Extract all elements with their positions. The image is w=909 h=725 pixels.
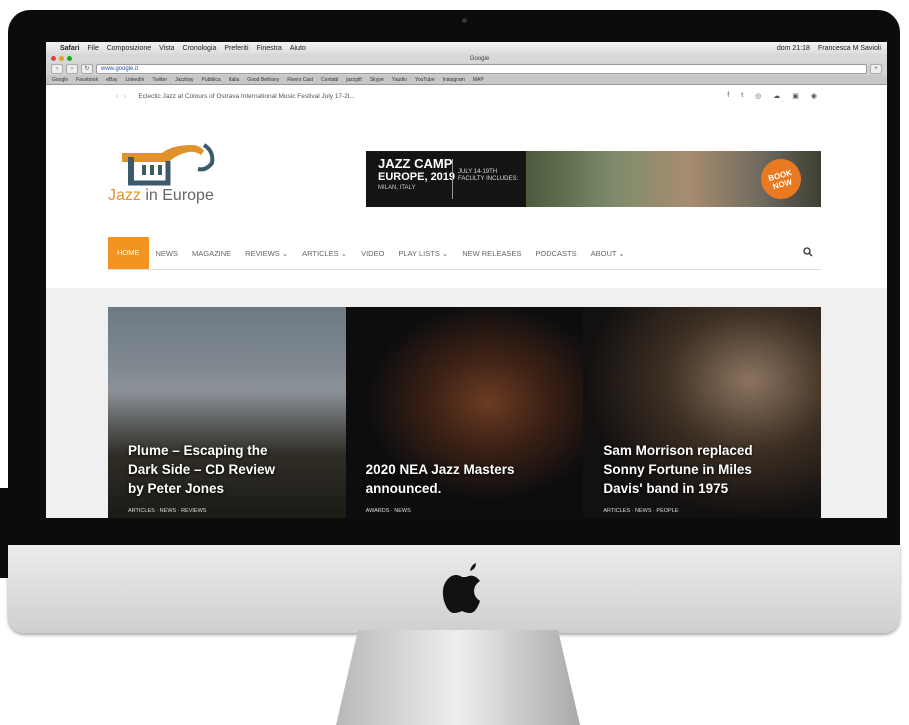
trumpet-logo-icon <box>122 143 215 186</box>
app-menu[interactable]: Safari <box>60 45 79 52</box>
site-logo[interactable]: Jazz in Europe <box>108 143 238 213</box>
clock: dom 21:18 <box>776 44 810 52</box>
nav-playlists[interactable]: PLAY LISTS ⌄ <box>391 249 455 258</box>
imac-stand <box>336 630 580 725</box>
featured-card[interactable]: Plume – Escaping the Dark Side – CD Revi… <box>108 307 346 518</box>
card-title[interactable]: Sam Morrison replaced Sonny Fortune in M… <box>603 441 763 498</box>
share-button[interactable]: + <box>870 64 882 74</box>
imac-screen: Safari File Composizione Vista Cronologi… <box>46 42 887 518</box>
forward-button[interactable]: › <box>66 64 78 74</box>
ticker-text[interactable]: Eclectic Jazz at Colours of Ostrava Inte… <box>138 93 354 100</box>
logo-word-jazz: Jazz <box>108 187 141 204</box>
bookmark-item[interactable]: Skype <box>370 77 384 83</box>
banner-dates: JULY 14-19TH <box>458 169 498 175</box>
rss-icon[interactable]: ◉ <box>811 92 817 100</box>
window-title: Google <box>469 55 490 62</box>
nav-podcasts[interactable]: PODCASTS <box>528 249 583 258</box>
window-titlebar: Google <box>46 54 887 63</box>
nav-news[interactable]: NEWS <box>149 249 186 258</box>
menu-item[interactable]: File <box>87 45 98 52</box>
menu-item[interactable]: Aiuto <box>290 45 306 52</box>
search-icon[interactable] <box>803 247 813 259</box>
bookmark-item[interactable]: Contatti <box>321 77 338 83</box>
ticker-prev-icon[interactable]: ‹ <box>116 93 118 100</box>
bookmark-item[interactable]: Google <box>52 77 68 83</box>
menu-item[interactable]: Finestra <box>257 45 282 52</box>
back-button[interactable]: ‹ <box>51 64 63 74</box>
banner-title: JAZZ CAMP <box>378 156 453 171</box>
featured-card[interactable]: 2020 NEA Jazz Masters announced. AWARDS … <box>345 307 584 518</box>
card-tags[interactable]: ARTICLES · NEWS · PEOPLE <box>603 508 678 514</box>
card-title[interactable]: Plume – Escaping the Dark Side – CD Revi… <box>128 441 278 498</box>
nav-reviews[interactable]: REVIEWS ⌄ <box>238 249 295 258</box>
featured-cards: Plume – Escaping the Dark Side – CD Revi… <box>108 307 822 518</box>
close-window-button[interactable] <box>51 56 56 61</box>
banner-info: JULY 14-19TH FACULTY INCLUDES: <box>458 169 518 183</box>
banner-faculty: FACULTY INCLUDES: <box>458 176 519 182</box>
user-name[interactable]: Francesca M Savioli <box>818 45 881 52</box>
jazz-camp-banner[interactable]: JAZZ CAMP EUROPE, 2019 MILAN, ITALY JULY… <box>366 151 821 207</box>
nav-magazine[interactable]: MAGAZINE <box>185 249 238 258</box>
bookmark-item[interactable]: MAP <box>473 77 484 83</box>
facebook-icon[interactable]: f <box>727 92 729 100</box>
mac-menubar: Safari File Composizione Vista Cronologi… <box>46 42 887 54</box>
bookmark-item[interactable]: eBay <box>106 77 117 83</box>
menu-item[interactable]: Composizione <box>107 45 151 52</box>
bookmark-item[interactable]: Facebook <box>76 77 98 83</box>
twitter-icon[interactable]: t <box>741 92 743 100</box>
mixcloud-icon[interactable]: ▣ <box>792 92 799 100</box>
camera-icon <box>462 18 467 23</box>
menu-item[interactable]: Cronologia <box>183 45 217 52</box>
nav-home[interactable]: HOME <box>108 237 149 269</box>
nav-new-releases[interactable]: NEW RELEASES <box>455 249 528 258</box>
featured-card[interactable]: Sam Morrison replaced Sonny Fortune in M… <box>583 307 822 518</box>
address-bar[interactable]: www.google.it <box>96 64 867 74</box>
nav-video[interactable]: VIDEO <box>354 249 391 258</box>
soundcloud-icon[interactable]: ☁ <box>773 92 780 100</box>
bookmark-item[interactable]: jazzgift <box>346 77 362 83</box>
apple-logo-icon <box>442 563 480 613</box>
card-title[interactable]: 2020 NEA Jazz Masters announced. <box>366 460 546 498</box>
card-tags[interactable]: AWARDS · NEWS <box>366 508 411 514</box>
minimize-window-button[interactable] <box>59 56 64 61</box>
bookmark-item[interactable]: Good Bethany <box>247 77 279 83</box>
ticker-next-icon[interactable]: › <box>124 93 126 100</box>
card-tags[interactable]: ARTICLES · NEWS · REVIEWS <box>128 508 206 514</box>
nav-articles[interactable]: ARTICLES ⌄ <box>295 249 354 258</box>
bookmark-item[interactable]: Pubblica <box>201 77 220 83</box>
logo-word-europe: in Europe <box>140 187 214 204</box>
news-ticker: ‹ › Eclectic Jazz at Colours of Ostrava … <box>46 85 887 107</box>
banner-subtitle: EUROPE, 2019 <box>378 171 456 183</box>
social-icons: f t ◎ ☁ ▣ ◉ <box>727 92 817 100</box>
nav-about[interactable]: ABOUT ⌄ <box>584 249 632 258</box>
bookmark-item[interactable]: Yaudio <box>392 77 407 83</box>
menu-item[interactable]: Vista <box>159 45 174 52</box>
bookmark-item[interactable]: Instagram <box>443 77 465 83</box>
web-page: ‹ › Eclectic Jazz at Colours of Ostrava … <box>46 85 887 518</box>
banner-divider <box>452 159 453 199</box>
browser-toolbar: ‹ › ↻ www.google.it + <box>46 63 887 75</box>
bookmark-item[interactable]: LinkedIn <box>126 77 145 83</box>
banner-place: MILAN, ITALY <box>378 185 416 191</box>
bookmark-item[interactable]: Italia <box>229 77 240 83</box>
bookmarks-bar: Google Facebook eBay LinkedIn Twitter Jazzbay… <box>46 75 887 85</box>
bookmark-item[interactable]: Twitter <box>152 77 167 83</box>
bookmark-item[interactable]: Jazzbay <box>175 77 193 83</box>
instagram-icon[interactable]: ◎ <box>755 92 761 100</box>
bookmark-item[interactable]: Rivers Cast <box>287 77 313 83</box>
reload-button[interactable]: ↻ <box>81 64 93 74</box>
menu-item[interactable]: Preferiti <box>224 45 248 52</box>
bookmark-item[interactable]: YouTube <box>415 77 435 83</box>
main-nav: HOME NEWS MAGAZINE REVIEWS ⌄ ARTICLES ⌄ … <box>108 237 821 270</box>
